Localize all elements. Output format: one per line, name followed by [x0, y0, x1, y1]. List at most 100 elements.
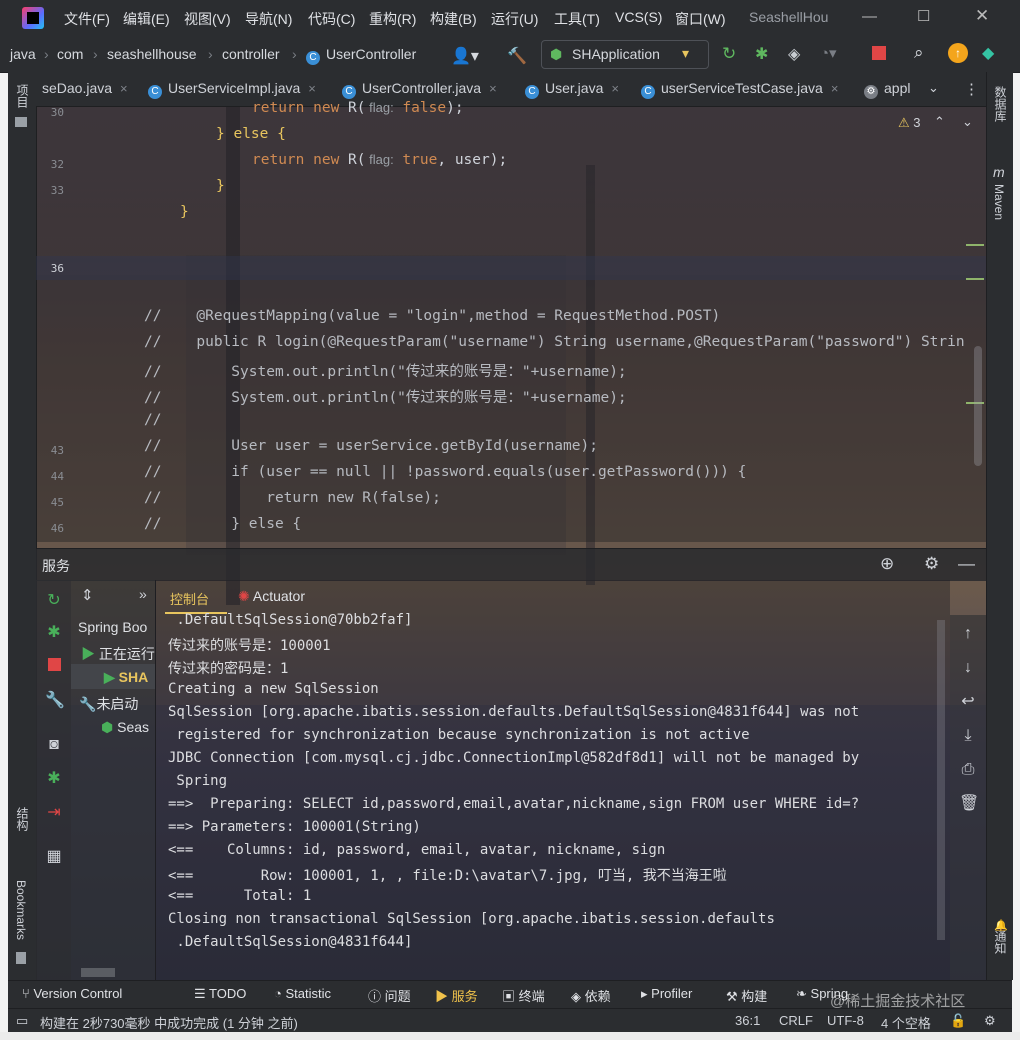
tree-app-item[interactable]: ▶ SHA [104, 669, 148, 686]
tab-UserServiceImpl[interactable]: C UserServiceImpl.java × [148, 80, 316, 99]
menu-vcs[interactable]: VCS(S) [615, 9, 662, 25]
target-icon[interactable]: ⊕ [880, 554, 894, 574]
tab-list-chevron-icon[interactable]: ⌄ [928, 80, 939, 96]
hide-panel-icon[interactable]: — [958, 554, 975, 574]
prev-highlight-icon[interactable]: ⌃ [934, 114, 945, 130]
tab-appl[interactable]: ⚙ appl [864, 80, 910, 99]
tab-User[interactable]: C User.java × [525, 80, 619, 99]
tool-profiler[interactable]: ▸ Profiler [641, 986, 692, 1002]
menu-code[interactable]: 代码(C) [308, 9, 355, 29]
tool-version-control[interactable]: ⑂ Version Control [22, 986, 122, 1001]
console-panel[interactable]: 控制台 ✺ Actuator .DefaultSqlSession@70bb2f… [155, 580, 950, 980]
build-hammer-icon[interactable]: 🔨 [507, 46, 527, 66]
scroll-up-icon[interactable]: ↑ [959, 625, 977, 643]
tab-seDao[interactable]: seDao.java × [42, 80, 128, 96]
more-options-icon[interactable]: ⋮ [964, 80, 979, 98]
close-window-icon[interactable]: ✕ [975, 6, 989, 26]
menu-file[interactable]: 文件(F) [64, 9, 110, 29]
expand-more-icon[interactable]: » [139, 586, 147, 602]
rerun-icon[interactable]: ↻ [722, 44, 736, 64]
editor-scrollbar[interactable] [974, 346, 982, 466]
bookmarks-tool-button[interactable]: Bookmarks [14, 880, 28, 940]
attach-debugger-icon[interactable]: ✱ [45, 770, 63, 788]
search-icon[interactable]: ⌕ [914, 43, 924, 63]
print-icon[interactable]: ⎙ [959, 761, 977, 779]
layout-icon[interactable]: ▦ [45, 848, 63, 866]
profile-icon[interactable]: ◔▾ [820, 44, 837, 62]
notifications-tool-button[interactable]: 通知 [992, 930, 1009, 954]
breadcrumb-usercontroller[interactable]: C UserController [306, 46, 416, 65]
stop-icon[interactable] [872, 46, 886, 60]
run-config-selector[interactable]: ⬢ SHApplication ▾ [541, 40, 709, 69]
minimize-icon[interactable]: — [862, 8, 877, 25]
project-tool-button[interactable]: 项目 [14, 84, 31, 108]
tree-spring-boot[interactable]: Spring Boo [78, 619, 147, 635]
breadcrumb-controller[interactable]: controller [222, 46, 280, 62]
wrench-icon[interactable]: 🔧 [45, 692, 65, 710]
menu-view[interactable]: 视图(V) [184, 9, 231, 29]
tree-hscroll[interactable] [81, 968, 115, 977]
breadcrumb-seashellhouse[interactable]: seashellhouse [107, 46, 197, 62]
warning-indicator[interactable]: ⚠ 3 [898, 115, 921, 131]
tab-userServiceTestCase[interactable]: CuserServiceTestCase.java × [641, 80, 838, 99]
indent-setting[interactable]: 4 个空格 [881, 1013, 931, 1032]
camera-icon[interactable]: ◙ [45, 736, 63, 754]
debug-icon[interactable]: ✱ [45, 624, 63, 642]
tool-dependencies[interactable]: ◈ 依赖 [571, 986, 611, 1005]
gear-icon[interactable]: ⚙ [924, 554, 939, 574]
lock-icon[interactable]: 🔓 [950, 1013, 966, 1029]
caret-position[interactable]: 36:1 [735, 1013, 760, 1028]
tab-close-icon[interactable]: × [831, 81, 839, 96]
tab-actuator[interactable]: ✺ Actuator [238, 588, 305, 605]
tool-statistic[interactable]: ◔ Statistic [274, 986, 331, 1001]
maven-tool-button[interactable]: Maven [992, 184, 1006, 220]
tab-close-icon[interactable]: × [308, 81, 316, 96]
debug-icon[interactable]: ✱ [755, 44, 768, 64]
tool-todo[interactable]: ☰ TODO [194, 986, 246, 1002]
git-icon[interactable]: ⚙ [984, 1013, 996, 1029]
tab-UserController[interactable]: C UserController.java × [342, 80, 497, 99]
code-editor[interactable]: ⚠ 3 ⌃ ⌄ 30 return new R( flag: false); }… [36, 100, 986, 542]
tree-seas-item[interactable]: ⬢ Seas [101, 719, 149, 736]
scroll-to-end-icon[interactable]: ⤓ [959, 727, 977, 745]
tool-terminal[interactable]: ▣ 终端 [502, 986, 545, 1005]
scroll-down-icon[interactable]: ↓ [959, 659, 977, 677]
tab-close-icon[interactable]: × [489, 81, 497, 96]
menu-run[interactable]: 运行(U) [491, 9, 538, 29]
tree-not-started-group[interactable]: 🔧未启动 [79, 694, 138, 714]
menu-edit[interactable]: 编辑(E) [123, 9, 170, 29]
tool-windows-bar: ⑂ Version Control ☰ TODO ◔ Statistic ⓘ 问… [8, 980, 1012, 1010]
file-encoding[interactable]: UTF-8 [827, 1013, 864, 1028]
menu-tools[interactable]: 工具(T) [554, 9, 600, 29]
status-message[interactable]: 构建在 2秒730毫秒 中成功完成 (1 分钟 之前) [40, 1013, 298, 1032]
plugin-icon[interactable]: ◆ [982, 43, 994, 63]
collapse-all-icon[interactable]: ⇕ [81, 586, 94, 604]
soft-wrap-icon[interactable]: ↩ [959, 693, 977, 711]
maximize-icon[interactable]: ☐ [917, 7, 930, 25]
update-icon[interactable]: ↑ [948, 43, 968, 63]
coverage-icon[interactable]: ◈ [788, 44, 800, 64]
structure-tool-button[interactable]: 结构 [14, 807, 31, 831]
breadcrumb-com[interactable]: com [57, 46, 83, 62]
tool-build[interactable]: ⚒ 构建 [726, 986, 767, 1005]
tab-close-icon[interactable]: × [611, 81, 619, 96]
menu-build[interactable]: 构建(B) [430, 9, 477, 29]
menu-refactor[interactable]: 重构(R) [369, 9, 416, 29]
menu-navigate[interactable]: 导航(N) [245, 9, 292, 29]
tool-services[interactable]: ▶ 服务 [435, 986, 478, 1005]
tree-running-group[interactable]: ▶ 正在运行 [81, 644, 155, 664]
menu-window[interactable]: 窗口(W) [675, 9, 726, 29]
line-separator[interactable]: CRLF [779, 1013, 813, 1028]
next-highlight-icon[interactable]: ⌄ [962, 114, 973, 130]
exit-icon[interactable]: ⇥ [45, 804, 63, 822]
tab-close-icon[interactable]: × [120, 81, 128, 96]
tab-console[interactable]: 控制台 [170, 589, 209, 608]
console-scrollbar[interactable] [937, 620, 945, 940]
rerun-icon[interactable]: ↻ [45, 592, 63, 610]
database-tool-button[interactable]: 数据库 [992, 86, 1009, 122]
tool-problems[interactable]: ⓘ 问题 [368, 986, 411, 1005]
user-icon[interactable]: 👤▾ [451, 46, 479, 66]
stop-icon[interactable] [45, 658, 63, 676]
breadcrumb-java[interactable]: java [10, 46, 36, 62]
clear-trash-icon[interactable]: 🗑 [959, 795, 979, 813]
